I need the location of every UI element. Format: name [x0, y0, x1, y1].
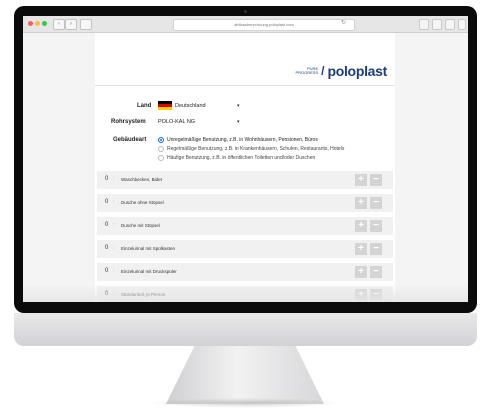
fixture-name: Einzelurinal mit Spülkasten — [121, 246, 176, 251]
share-icon[interactable] — [419, 19, 429, 30]
fixture-name: Dusche ohne Stöpsel — [121, 200, 164, 205]
sidebar-toggle-icon[interactable] — [80, 19, 92, 30]
decrement-button[interactable]: − — [370, 220, 382, 232]
fixture-count[interactable]: 0 — [105, 222, 108, 228]
logo-brand: poloplast — [327, 63, 387, 79]
fixture-name: Dusche mit Stöpsel — [121, 223, 160, 228]
screen-fade — [23, 284, 468, 302]
fixture-separator: : — [113, 222, 115, 228]
address-bar[interactable]: abflussberechnung.poloplast.com — [173, 19, 355, 31]
camera-dot — [244, 10, 247, 13]
radio-selected-icon[interactable] — [158, 137, 164, 143]
stand-shadow — [150, 398, 340, 408]
fixture-count[interactable]: 0 — [105, 245, 108, 251]
fixture-count[interactable]: 0 — [105, 199, 108, 205]
gebaeudeart-option[interactable]: Unregelmäßige Benutzung, z.B. in Wohnhäu… — [158, 137, 318, 143]
radio-icon[interactable] — [158, 146, 164, 152]
fixture-row: 0 : Einzelurinal mit Spülkasten + − — [97, 239, 393, 258]
forward-button[interactable]: › — [65, 19, 77, 30]
tabs-icon[interactable] — [432, 19, 442, 30]
screen: ‹ › abflussberechnung.poloplast.com ↻ PU… — [23, 16, 468, 302]
fixture-separator: : — [113, 176, 115, 182]
decrement-button[interactable]: − — [370, 243, 382, 255]
gebaeudeart-option[interactable]: Häufige Benutzung, z.B. in öffentlichen … — [158, 155, 315, 161]
fixture-name: Einzelurinal mit Druckspüler — [121, 269, 177, 274]
increment-button[interactable]: + — [355, 220, 367, 232]
poloplast-logo[interactable]: PURE PROGRESS / poloplast — [295, 63, 387, 79]
chevron-down-icon[interactable]: ▾ — [237, 119, 240, 125]
monitor-stand — [166, 346, 324, 404]
fixture-name: Waschbecken, Bidet — [121, 177, 162, 182]
fixture-row: 0 : Waschbecken, Bidet + − — [97, 170, 393, 189]
gebaeudeart-option[interactable]: Regelmäßige Benutzung, z.B. in Krankenhä… — [158, 146, 344, 152]
fixture-separator: : — [113, 199, 115, 205]
decrement-button[interactable]: − — [370, 266, 382, 278]
increment-button[interactable]: + — [355, 266, 367, 278]
rohrsystem-select[interactable]: POLO-KAL NG — [158, 119, 195, 125]
minimize-window-icon[interactable] — [35, 21, 40, 26]
rohrsystem-label: Rohrsystem — [111, 119, 146, 125]
fixture-separator: : — [113, 245, 115, 251]
logo-tagline: PURE PROGRESS — [295, 66, 319, 75]
decrement-button[interactable]: − — [370, 197, 382, 209]
fixture-row: 0 : Dusche ohne Stöpsel + − — [97, 193, 393, 212]
close-window-icon[interactable] — [28, 21, 33, 26]
logo-slash: / — [321, 64, 325, 78]
fixture-count[interactable]: 0 — [105, 268, 108, 274]
increment-button[interactable]: + — [355, 197, 367, 209]
back-button[interactable]: ‹ — [53, 19, 65, 30]
fixture-row: 0 : Dusche mit Stöpsel + − — [97, 216, 393, 235]
land-label: Land — [137, 103, 152, 109]
maximize-window-icon[interactable] — [42, 21, 47, 26]
chevron-down-icon[interactable]: ▾ — [237, 103, 240, 109]
monitor-chin — [14, 313, 477, 346]
gebaeudeart-label: Gebäudeart — [113, 137, 147, 143]
fixture-count[interactable]: 0 — [105, 176, 108, 182]
divider — [95, 85, 395, 86]
reload-icon[interactable]: ↻ — [341, 19, 346, 26]
radio-icon[interactable] — [158, 155, 164, 161]
new-tab-icon[interactable] — [445, 19, 455, 30]
increment-button[interactable]: + — [355, 174, 367, 186]
germany-flag-icon — [158, 101, 172, 110]
increment-button[interactable]: + — [355, 243, 367, 255]
fixture-row: 0 : Einzelurinal mit Druckspüler + − — [97, 262, 393, 281]
land-select[interactable]: Deutschland — [175, 103, 206, 109]
downloads-icon[interactable] — [458, 19, 466, 30]
browser-toolbar: ‹ › abflussberechnung.poloplast.com ↻ — [23, 16, 468, 33]
page: PURE PROGRESS / poloplast Land Deutschla… — [95, 33, 395, 302]
decrement-button[interactable]: − — [370, 174, 382, 186]
fixture-separator: : — [113, 268, 115, 274]
